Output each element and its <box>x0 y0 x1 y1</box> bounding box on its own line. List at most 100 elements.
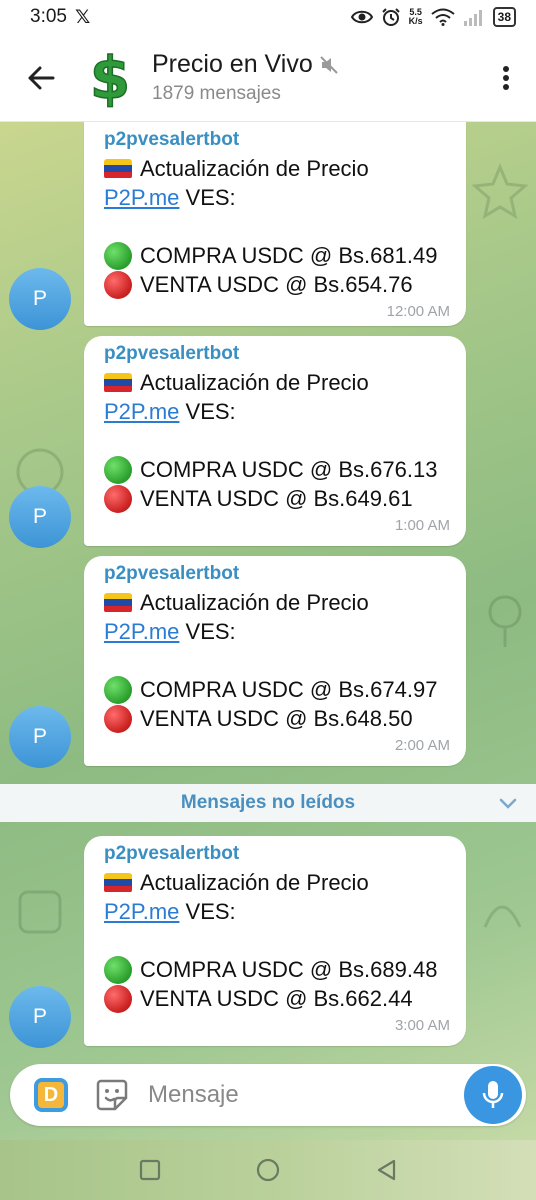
sender-avatar[interactable]: P <box>9 986 71 1048</box>
message-sender[interactable]: p2pvesalertbot <box>104 340 450 368</box>
message-sender[interactable]: p2pvesalertbot <box>104 840 450 868</box>
background-doodle-icon <box>471 163 529 220</box>
venta-price: VENTA USDC @ Bs.649.61 <box>140 486 413 511</box>
venezuela-flag-icon <box>104 592 132 613</box>
background-doodle-icon <box>488 595 522 647</box>
message-time: 1:00 AM <box>394 517 450 534</box>
message-source-line: P2P.me VES: <box>104 617 450 646</box>
member-count: 1879 mensajes <box>152 83 281 104</box>
status-time: 3:05 <box>30 6 67 27</box>
p2p-link[interactable]: P2P.me <box>104 897 179 926</box>
p2p-link[interactable]: P2P.me <box>104 183 179 212</box>
compra-price: COMPRA USDC @ Bs.676.13 <box>140 457 438 482</box>
chevron-down-icon[interactable] <box>498 794 518 812</box>
message-sender[interactable]: p2pvesalertbot <box>104 126 450 154</box>
home-button[interactable] <box>255 1157 281 1183</box>
venta-price: VENTA USDC @ Bs.648.50 <box>140 706 413 731</box>
message-source-suffix: VES: <box>179 619 236 644</box>
message-source-line: P2P.me VES: <box>104 897 450 926</box>
more-vert-icon <box>503 65 509 90</box>
message-bubble[interactable]: p2pvesalertbot Actualización de Precio P… <box>84 336 466 546</box>
sender-avatar[interactable]: P <box>9 486 71 548</box>
green-circle-icon <box>104 455 132 484</box>
message-source-line: P2P.me VES: <box>104 397 450 426</box>
compra-line: COMPRA USDC @ Bs.674.97 <box>104 675 450 704</box>
sticker-button[interactable] <box>94 1077 130 1113</box>
compra-price: COMPRA USDC @ Bs.689.48 <box>140 957 438 982</box>
background-doodle-icon <box>483 905 522 928</box>
message-title-line: Actualización de Precio <box>104 588 450 617</box>
sender-avatar[interactable]: P <box>9 706 71 768</box>
message-time: 2:00 AM <box>394 737 450 754</box>
channel-avatar[interactable]: $ <box>82 48 138 108</box>
message-source-suffix: VES: <box>179 399 236 424</box>
green-circle-icon <box>104 955 132 984</box>
message-title: Actualización de Precio <box>140 590 369 615</box>
message-bubble[interactable]: p2pvesalertbot Actualización de Precio P… <box>84 556 466 766</box>
p2p-link[interactable]: P2P.me <box>104 397 179 426</box>
muted-speaker-icon <box>320 55 338 74</box>
arrow-left-icon <box>28 66 55 89</box>
back-button[interactable] <box>0 34 82 122</box>
red-circle-icon <box>104 484 132 513</box>
venta-price: VENTA USDC @ Bs.662.44 <box>140 986 413 1011</box>
more-options-button[interactable] <box>476 34 536 122</box>
p2p-link[interactable]: P2P.me <box>104 617 179 646</box>
message-title-line: Actualización de Precio <box>104 368 450 397</box>
red-circle-icon <box>104 704 132 733</box>
x-app-icon: 𝕏 <box>74 6 91 28</box>
channel-title-row: Precio en Vivo <box>152 50 476 79</box>
bot-app-icon[interactable]: D <box>34 1078 68 1112</box>
triangle-back-icon <box>377 1159 396 1181</box>
message-title-line: Actualización de Precio <box>104 154 450 183</box>
eye-icon <box>350 10 373 24</box>
message-title: Actualización de Precio <box>140 870 369 895</box>
microphone-icon <box>482 1081 504 1108</box>
message-bubble[interactable]: p2pvesalertbot Actualización de Precio P… <box>84 122 466 326</box>
message-source-suffix: VES: <box>179 185 236 210</box>
system-nav-bar <box>0 1140 536 1200</box>
unread-label: Mensajes no leídos <box>180 792 356 813</box>
chat-header: $ Precio en Vivo 1879 mensajes <box>0 34 536 122</box>
venta-line: VENTA USDC @ Bs.662.44 <box>104 984 450 1013</box>
venezuela-flag-icon <box>104 372 132 393</box>
message-title: Actualización de Precio <box>140 156 369 181</box>
message-composer: D <box>10 1064 526 1126</box>
venezuela-flag-icon <box>104 872 132 893</box>
message-title-line: Actualización de Precio <box>104 868 450 897</box>
compra-line: COMPRA USDC @ Bs.689.48 <box>104 955 450 984</box>
message-time: 3:00 AM <box>394 1017 450 1034</box>
wifi-icon <box>431 8 455 26</box>
svg-text:$: $ <box>90 48 130 108</box>
voice-record-button[interactable] <box>464 1066 522 1124</box>
background-doodle-icon <box>18 890 62 934</box>
recents-button[interactable] <box>137 1157 163 1183</box>
message-source-suffix: VES: <box>179 899 236 924</box>
sender-avatar[interactable]: P <box>9 268 71 330</box>
venta-line: VENTA USDC @ Bs.654.76 <box>104 270 450 299</box>
alarm-icon <box>381 8 400 26</box>
message-title: Actualización de Precio <box>140 370 369 395</box>
chat-area[interactable]: p2pvesalertbot Actualización de Precio P… <box>0 122 536 1140</box>
network-speed: 5.5 K/s <box>409 8 423 26</box>
network-speed-unit: K/s <box>408 16 423 26</box>
compra-line: COMPRA USDC @ Bs.676.13 <box>104 455 450 484</box>
message-source-line: P2P.me VES: <box>104 183 450 212</box>
channel-info[interactable]: Precio en Vivo 1879 mensajes <box>152 50 476 105</box>
venta-line: VENTA USDC @ Bs.648.50 <box>104 704 450 733</box>
compra-line: COMPRA USDC @ Bs.681.49 <box>104 241 450 270</box>
green-circle-icon <box>104 241 132 270</box>
venta-price: VENTA USDC @ Bs.654.76 <box>140 272 413 297</box>
sticker-icon <box>96 1079 128 1111</box>
dollar-sign-icon: $ <box>89 48 131 108</box>
message-input[interactable] <box>148 1075 468 1115</box>
message-bubble[interactable]: p2pvesalertbot Actualización de Precio P… <box>84 836 466 1046</box>
red-circle-icon <box>104 984 132 1013</box>
battery-indicator: 38 <box>492 7 516 27</box>
compra-price: COMPRA USDC @ Bs.681.49 <box>140 243 438 268</box>
bot-app-letter: D <box>38 1082 64 1108</box>
message-sender[interactable]: p2pvesalertbot <box>104 560 450 588</box>
back-nav-button[interactable] <box>373 1157 399 1183</box>
compra-price: COMPRA USDC @ Bs.674.97 <box>140 677 438 702</box>
status-bar: 3:05 𝕏 5.5 K/s 38 <box>0 0 536 34</box>
